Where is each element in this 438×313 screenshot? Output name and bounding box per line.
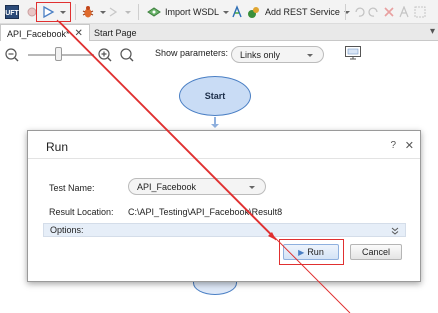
start-node[interactable]: Start xyxy=(179,76,251,116)
add-rest-service-button[interactable]: Add REST Service xyxy=(246,3,350,21)
dialog-title-divider xyxy=(28,158,420,159)
close-tab-icon[interactable]: ✕ xyxy=(75,28,83,39)
wsdl-icon xyxy=(146,4,162,20)
import-wsdl-label: Import WSDL xyxy=(165,7,220,17)
show-parameters-label: Show parameters: xyxy=(155,48,229,58)
tab-api-facebook[interactable]: API_Facebook* ✕ xyxy=(0,24,90,42)
chevron-down-icon xyxy=(249,185,255,189)
test-name-value: API_Facebook xyxy=(137,181,197,192)
dialog-run-button[interactable]: ▶ Run xyxy=(283,244,339,260)
expand-options-icon[interactable] xyxy=(391,224,399,239)
view-mode-icon[interactable] xyxy=(344,45,362,63)
expand-icon[interactable] xyxy=(412,3,428,21)
delete-icon[interactable] xyxy=(381,3,397,21)
tab-label: Start Page xyxy=(94,27,137,38)
app-logo-icon: UFT xyxy=(4,3,20,21)
result-location-value[interactable]: C:\API_Testing\API_Facebook\Result8 xyxy=(128,207,282,217)
zoom-fit-icon[interactable] xyxy=(119,47,135,65)
show-parameters-value: Links only xyxy=(240,49,281,60)
zoom-out-icon[interactable] xyxy=(4,47,20,65)
test-name-select[interactable]: API_Facebook xyxy=(128,178,266,195)
toolbar-separator xyxy=(75,4,76,20)
toolbar-separator xyxy=(138,4,139,20)
tab-start-page[interactable]: Start Page xyxy=(88,24,143,41)
redo-icon[interactable] xyxy=(366,3,382,21)
result-location-label: Result Location: xyxy=(49,207,114,217)
document-tab-bar: API_Facebook* ✕ Start Page ▾ xyxy=(0,24,438,42)
toolbar-separator xyxy=(345,4,346,20)
chevron-down-icon xyxy=(307,53,313,57)
cancel-button-label: Cancel xyxy=(361,247,390,257)
undo-icon[interactable] xyxy=(351,3,367,21)
debug-button[interactable] xyxy=(80,3,106,21)
start-node-label: Start xyxy=(204,91,226,101)
svg-text:UFT: UFT xyxy=(5,10,19,17)
run-button-label: Run xyxy=(307,247,324,257)
close-icon[interactable]: ✕ xyxy=(405,139,414,152)
show-parameters-select[interactable]: Links only xyxy=(231,46,324,63)
run-button-highlight xyxy=(36,2,71,22)
tab-label: API_Facebook* xyxy=(7,28,70,39)
rest-service-icon xyxy=(246,4,262,20)
zoom-in-icon[interactable] xyxy=(97,47,113,65)
main-toolbar: UFT Import WSDL Add REST Service xyxy=(0,0,438,24)
font-icon[interactable] xyxy=(396,3,412,21)
connector-arrow-icon xyxy=(211,124,219,128)
tab-menu-icon[interactable]: ▾ xyxy=(430,26,435,37)
cancel-button[interactable]: Cancel xyxy=(350,244,402,260)
zoom-slider-handle[interactable] xyxy=(55,47,62,61)
options-label: Options: xyxy=(50,225,84,235)
step-icon[interactable] xyxy=(105,3,131,21)
help-icon[interactable]: ? xyxy=(390,140,396,151)
bug-icon xyxy=(80,4,96,20)
play-icon: ▶ xyxy=(298,247,305,257)
app-window: UFT Import WSDL Add REST Service API_Fac… xyxy=(0,0,438,313)
run-dialog: Run ? ✕ Test Name: API_Facebook Result L… xyxy=(27,130,421,282)
test-name-label: Test Name: xyxy=(49,183,95,193)
rest-wizard-icon[interactable] xyxy=(229,3,245,21)
import-wsdl-button[interactable]: Import WSDL xyxy=(146,3,230,21)
dialog-title: Run xyxy=(46,140,69,154)
add-rest-service-label: Add REST Service xyxy=(265,7,340,17)
options-section[interactable]: Options: xyxy=(43,223,406,237)
